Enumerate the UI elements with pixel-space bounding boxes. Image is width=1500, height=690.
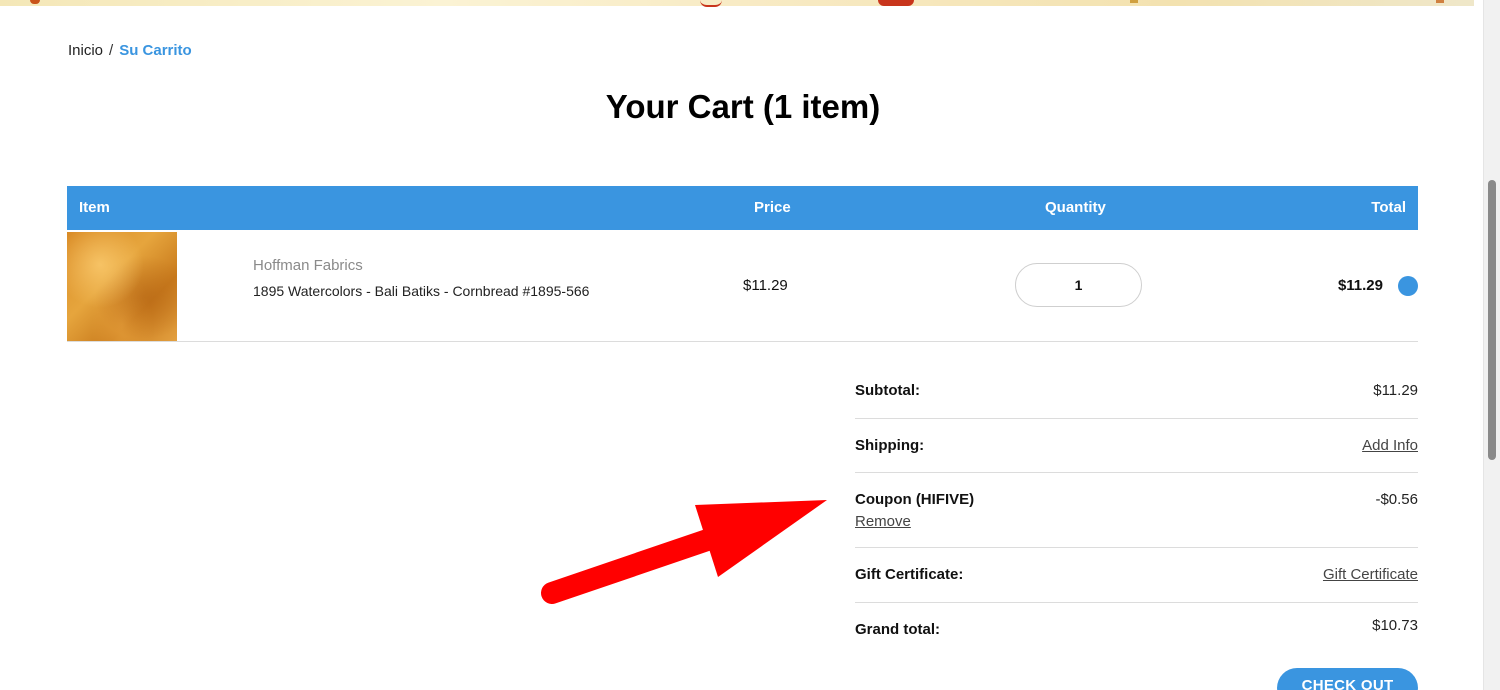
coupon-value: -$0.56 bbox=[1375, 491, 1418, 508]
header-quantity: Quantity bbox=[1045, 199, 1106, 216]
shipping-label: Shipping: bbox=[855, 437, 925, 454]
grand-total-label: Grand total: bbox=[855, 621, 940, 638]
product-image[interactable] bbox=[67, 232, 177, 341]
gift-certificate-link[interactable]: Gift Certificate bbox=[1323, 566, 1418, 583]
checkout-button[interactable]: CHECK OUT bbox=[1277, 668, 1418, 690]
product-name-link[interactable]: 1895 Watercolors - Bali Batiks - Cornbre… bbox=[253, 283, 589, 299]
summary-subtotal-row: Subtotal: $11.29 bbox=[855, 364, 1418, 419]
coupon-label: Coupon (HIFIVE) bbox=[855, 491, 975, 508]
breadcrumb: Inicio / Su Carrito bbox=[68, 42, 192, 59]
item-total: $11.29 bbox=[1337, 277, 1383, 294]
cart-table-header: Item Price Quantity Total bbox=[67, 186, 1418, 230]
remove-item-icon[interactable] bbox=[1398, 276, 1418, 296]
cart-item-row: Hoffman Fabrics 1895 Watercolors - Bali … bbox=[67, 230, 1418, 342]
summary-coupon-row: Coupon (HIFIVE) -$0.56 Remove bbox=[855, 473, 1418, 548]
banner-decoration bbox=[1436, 0, 1444, 3]
summary-grand-total-row: Grand total: $10.73 bbox=[855, 603, 1418, 653]
summary-shipping-row: Shipping: Add Info bbox=[855, 419, 1418, 473]
banner-decoration bbox=[878, 0, 914, 6]
annotation-arrow-shaft bbox=[541, 524, 733, 604]
breadcrumb-home-link[interactable]: Inicio bbox=[68, 42, 103, 59]
header-item: Item bbox=[79, 199, 110, 216]
banner-decoration bbox=[700, 0, 722, 7]
subtotal-value: $11.29 bbox=[1373, 382, 1418, 399]
product-brand: Hoffman Fabrics bbox=[253, 257, 363, 274]
subtotal-label: Subtotal: bbox=[855, 382, 920, 399]
banner-decoration bbox=[30, 0, 40, 4]
item-price: $11.29 bbox=[743, 277, 788, 294]
grand-total-value: $10.73 bbox=[1372, 617, 1418, 634]
page-title: Your Cart (1 item) bbox=[605, 88, 881, 125]
shipping-add-info-link[interactable]: Add Info bbox=[1362, 437, 1418, 454]
annotation-arrow bbox=[541, 500, 827, 604]
order-summary: Subtotal: $11.29 Shipping: Add Info Coup… bbox=[855, 364, 1418, 653]
banner-decoration bbox=[1130, 0, 1138, 3]
summary-gift-row: Gift Certificate: Gift Certificate bbox=[855, 548, 1418, 603]
gift-certificate-label: Gift Certificate: bbox=[855, 566, 964, 583]
breadcrumb-separator: / bbox=[109, 42, 114, 59]
top-banner bbox=[0, 0, 1474, 7]
header-total: Total bbox=[1371, 199, 1406, 216]
annotation-arrow-head bbox=[695, 500, 827, 577]
breadcrumb-current: Su Carrito bbox=[119, 42, 192, 59]
coupon-remove-link[interactable]: Remove bbox=[855, 513, 911, 530]
scrollbar-thumb[interactable] bbox=[1488, 180, 1496, 460]
header-price: Price bbox=[754, 199, 791, 216]
quantity-input[interactable]: 1 bbox=[1015, 263, 1142, 307]
